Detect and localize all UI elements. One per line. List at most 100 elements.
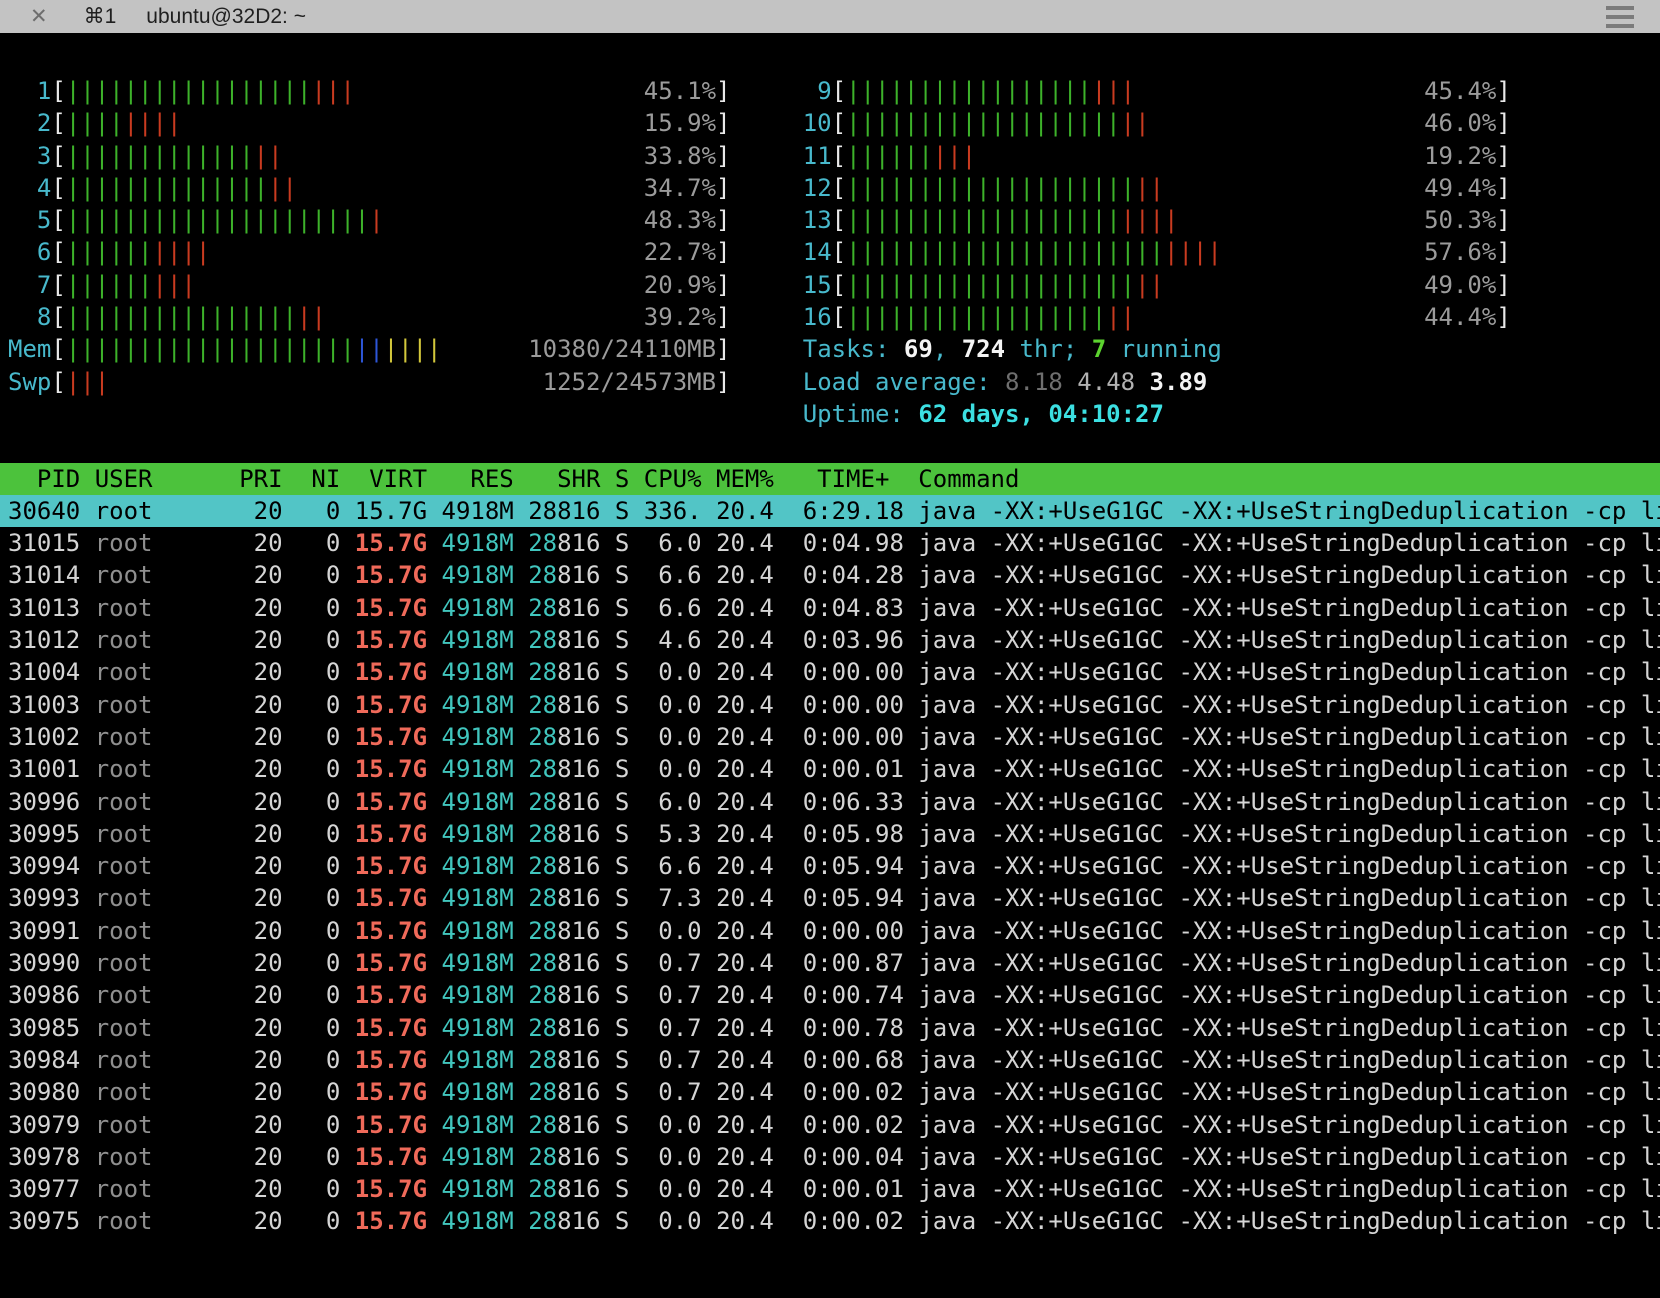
tasks-summary: thr; bbox=[1005, 335, 1092, 363]
process-row[interactable]: 30978 root 20 0 15.7G 4918M 28816 S 0.0 … bbox=[0, 1141, 1660, 1173]
meter-label: 15 bbox=[803, 271, 832, 299]
meter-ticks-red: |||| bbox=[153, 238, 211, 266]
cell-shr-high: 28 bbox=[528, 788, 557, 816]
cell-state: S bbox=[615, 1207, 644, 1235]
process-row[interactable]: 31015 root 20 0 15.7G 4918M 28816 S 6.0 … bbox=[0, 527, 1660, 559]
cpu-meter-line: 5[|||||||||||||||||||||| 48.3%] 13[|||||… bbox=[0, 204, 1660, 236]
spacer bbox=[427, 626, 441, 654]
cell-command: java -XX:+UseG1GC -XX:+UseStringDeduplic… bbox=[918, 723, 1660, 751]
cell-command: java -XX:+UseG1GC -XX:+UseStringDeduplic… bbox=[918, 1143, 1660, 1171]
meter-bracket: ] bbox=[1496, 271, 1510, 299]
hamburger-menu-icon[interactable] bbox=[1606, 6, 1634, 28]
process-row[interactable]: 30996 root 20 0 15.7G 4918M 28816 S 6.0 … bbox=[0, 786, 1660, 818]
cell-cpu: 6.6 bbox=[644, 594, 716, 622]
cell-virt: 15.7G bbox=[355, 820, 427, 848]
process-row[interactable]: 31012 root 20 0 15.7G 4918M 28816 S 4.6 … bbox=[0, 624, 1660, 656]
process-row[interactable]: 30993 root 20 0 15.7G 4918M 28816 S 7.3 … bbox=[0, 882, 1660, 914]
cell-command: java -XX:+UseG1GC -XX:+UseStringDeduplic… bbox=[918, 1175, 1660, 1203]
cell-user: root bbox=[95, 691, 240, 719]
meter-ticks-green: |||||| bbox=[846, 142, 933, 170]
process-row[interactable]: 30991 root 20 0 15.7G 4918M 28816 S 0.0 … bbox=[0, 915, 1660, 947]
meter-bracket: ] bbox=[716, 109, 730, 137]
process-row[interactable]: 31013 root 20 0 15.7G 4918M 28816 S 6.6 … bbox=[0, 592, 1660, 624]
cell-mem: 20.4 bbox=[716, 691, 788, 719]
process-row[interactable]: 30995 root 20 0 15.7G 4918M 28816 S 5.3 … bbox=[0, 818, 1660, 850]
cell-pri: 20 bbox=[239, 884, 297, 912]
spacer bbox=[427, 820, 441, 848]
spacer bbox=[514, 1175, 528, 1203]
cell-cpu: 6.6 bbox=[644, 852, 716, 880]
table-header-row[interactable]: PID USER PRI NI VIRT RES SHR S CPU% MEM%… bbox=[0, 463, 1660, 495]
cell-pid: 30993 bbox=[8, 884, 95, 912]
process-row[interactable]: 30977 root 20 0 15.7G 4918M 28816 S 0.0 … bbox=[0, 1173, 1660, 1205]
process-row[interactable]: 30975 root 20 0 15.7G 4918M 28816 S 0.0 … bbox=[0, 1205, 1660, 1237]
cell-user: root bbox=[95, 1175, 240, 1203]
meter-bracket: [ bbox=[832, 109, 846, 137]
cell-time: 0:00.00 bbox=[788, 723, 918, 751]
cell-virt: 15.7G bbox=[355, 788, 427, 816]
cell-shr-high: 28 bbox=[528, 1046, 557, 1074]
cell-pid: 30977 bbox=[8, 1175, 95, 1203]
cell-state: S bbox=[615, 723, 644, 751]
meter-ticks-green: |||||| bbox=[66, 238, 153, 266]
meter-ticks-red: || bbox=[297, 303, 326, 331]
meter-bracket: ] bbox=[716, 238, 730, 266]
process-row[interactable]: 31014 root 20 0 15.7G 4918M 28816 S 6.6 … bbox=[0, 559, 1660, 591]
meter-value: 57.6% bbox=[1222, 238, 1497, 266]
cell-pid: 30978 bbox=[8, 1143, 95, 1171]
process-row[interactable]: 30984 root 20 0 15.7G 4918M 28816 S 0.7 … bbox=[0, 1044, 1660, 1076]
process-row[interactable]: 31001 root 20 0 15.7G 4918M 28816 S 0.0 … bbox=[0, 753, 1660, 785]
meter-value: 33.8% bbox=[283, 142, 716, 170]
cell-shr-high: 28 bbox=[528, 1078, 557, 1106]
process-row[interactable]: 30994 root 20 0 15.7G 4918M 28816 S 6.6 … bbox=[0, 850, 1660, 882]
cell-pri: 20 bbox=[239, 820, 297, 848]
meter-label: 4 bbox=[8, 174, 51, 202]
blank-line bbox=[0, 430, 1660, 462]
meter-ticks-green: ||||||||||||||||||| bbox=[846, 206, 1121, 234]
load-average: Load average: bbox=[803, 368, 1005, 396]
cell-command: java -XX:+UseG1GC -XX:+UseStringDeduplic… bbox=[918, 788, 1660, 816]
cell-res: 4918M bbox=[442, 691, 514, 719]
cell-shr-low: 816 bbox=[557, 1078, 615, 1106]
process-row[interactable]: 30985 root 20 0 15.7G 4918M 28816 S 0.7 … bbox=[0, 1012, 1660, 1044]
spacer bbox=[514, 1143, 528, 1171]
cell-shr-high: 28 bbox=[528, 755, 557, 783]
meter-label: 11 bbox=[803, 142, 832, 170]
cell-time: 0:00.02 bbox=[788, 1207, 918, 1235]
process-row[interactable]: 30980 root 20 0 15.7G 4918M 28816 S 0.7 … bbox=[0, 1076, 1660, 1108]
cell-user: root bbox=[95, 594, 240, 622]
process-row[interactable]: 30979 root 20 0 15.7G 4918M 28816 S 0.0 … bbox=[0, 1109, 1660, 1141]
process-row[interactable]: 31002 root 20 0 15.7G 4918M 28816 S 0.0 … bbox=[0, 721, 1660, 753]
process-row[interactable]: 31003 root 20 0 15.7G 4918M 28816 S 0.0 … bbox=[0, 689, 1660, 721]
cell-shr-low: 816 bbox=[557, 981, 615, 1009]
meter-ticks-green: ||||||||||||||||| bbox=[66, 77, 312, 105]
cell-cpu: 0.0 bbox=[644, 1175, 716, 1203]
tab-label[interactable]: ⌘1 bbox=[84, 4, 117, 29]
cell-command: java -XX:+UseG1GC -XX:+UseStringDeduplic… bbox=[918, 658, 1660, 686]
meter-bracket: [ bbox=[832, 174, 846, 202]
spacer bbox=[427, 981, 441, 1009]
close-icon[interactable]: ✕ bbox=[30, 0, 48, 33]
process-row[interactable]: 31004 root 20 0 15.7G 4918M 28816 S 0.0 … bbox=[0, 656, 1660, 688]
cell-user: root bbox=[95, 497, 240, 525]
process-table: PID USER PRI NI VIRT RES SHR S CPU% MEM%… bbox=[0, 463, 1660, 1238]
spacer bbox=[427, 658, 441, 686]
cell-cpu: 336. bbox=[644, 497, 716, 525]
cell-ni: 0 bbox=[297, 949, 355, 977]
cell-pid: 30996 bbox=[8, 788, 95, 816]
spacer bbox=[427, 497, 441, 525]
spacer bbox=[730, 400, 802, 428]
process-row[interactable]: 30640 root 20 0 15.7G 4918M 28816 S 336.… bbox=[0, 495, 1660, 527]
process-row[interactable]: 30986 root 20 0 15.7G 4918M 28816 S 0.7 … bbox=[0, 979, 1660, 1011]
cell-res: 4918M bbox=[442, 1046, 514, 1074]
cell-shr-low: 816 bbox=[557, 755, 615, 783]
meter-bracket: [ bbox=[832, 238, 846, 266]
process-row[interactable]: 30990 root 20 0 15.7G 4918M 28816 S 0.7 … bbox=[0, 947, 1660, 979]
cell-virt: 15.7G bbox=[355, 755, 427, 783]
meter-label: 12 bbox=[803, 174, 832, 202]
cell-ni: 0 bbox=[297, 852, 355, 880]
cell-pid: 30984 bbox=[8, 1046, 95, 1074]
cell-mem: 20.4 bbox=[716, 723, 788, 751]
meter-ticks-red: ||| bbox=[933, 142, 976, 170]
cell-res: 4918M bbox=[442, 497, 514, 525]
